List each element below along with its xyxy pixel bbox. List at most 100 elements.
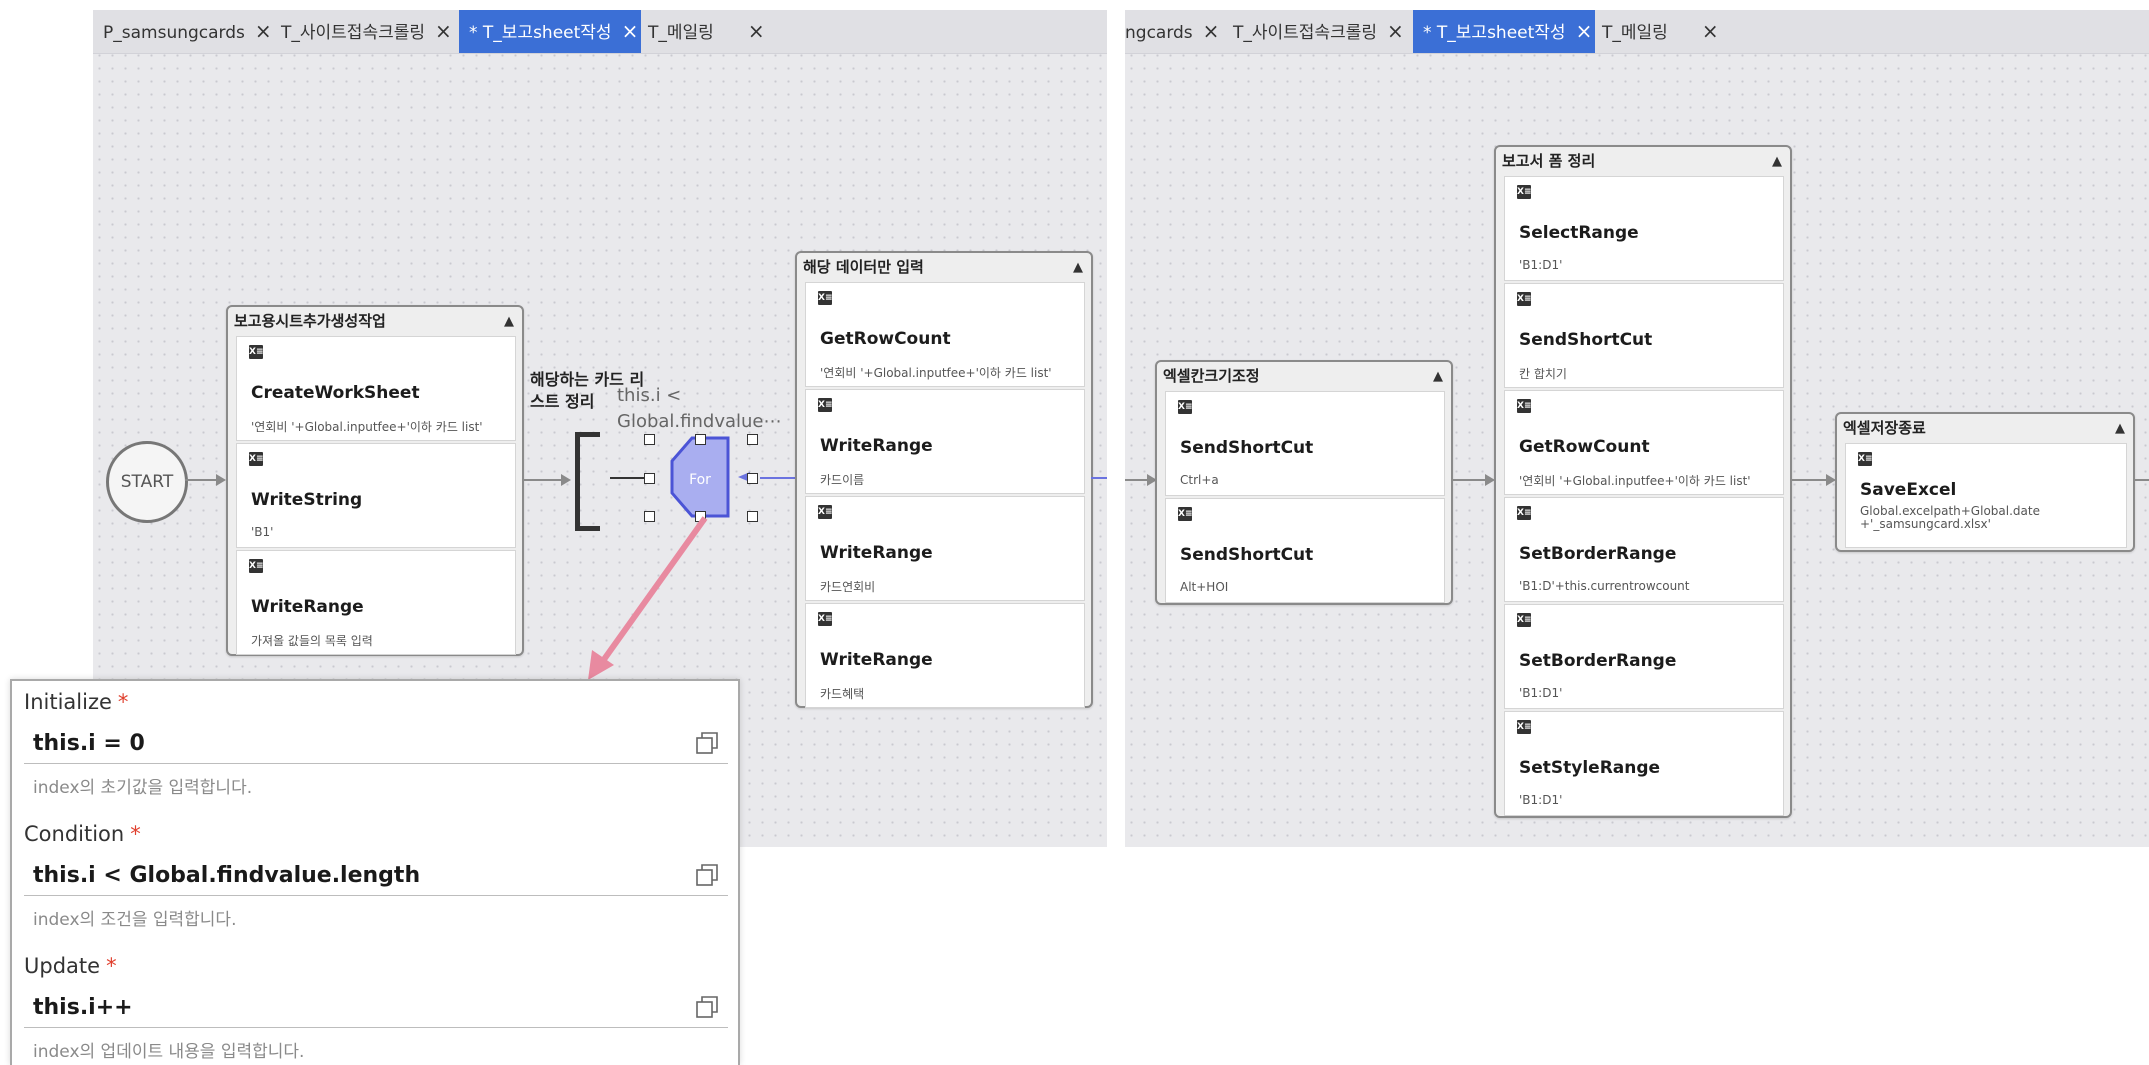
step-name: WriteRange	[820, 543, 933, 563]
tab-mailing[interactable]: T_메일링 ×	[638, 10, 765, 53]
close-icon[interactable]: ×	[748, 19, 765, 43]
tab-label: * T_보고sheet작성	[469, 23, 612, 43]
connector-arrow	[1790, 479, 1830, 481]
group-data-input[interactable]: 해당 데이터만 입력 ▲ X≡ GetRowCount '연회비 '+Global…	[795, 251, 1093, 708]
tab-mailing[interactable]: T_메일링 ×	[1592, 10, 1719, 53]
collapse-icon[interactable]: ▲	[2115, 414, 2125, 443]
step-get-row-count[interactable]: X≡ GetRowCount '연회비 '+Global.inputfee+'이…	[1504, 390, 1784, 495]
step-name: SetBorderRange	[1519, 544, 1677, 564]
step-param: 'B1:D'+this.currentrowcount	[1519, 579, 1690, 593]
tab-report-sheet[interactable]: * T_보고sheet작성 ×	[1413, 10, 1595, 53]
step-write-range-name[interactable]: X≡ WriteRange 카드이름	[805, 389, 1085, 494]
resize-handle[interactable]	[644, 434, 655, 445]
step-send-shortcut-merge[interactable]: X≡ SendShortCut 칸 합치기	[1504, 283, 1784, 388]
step-create-worksheet[interactable]: X≡ CreateWorkSheet '연회비 '+Global.inputfe…	[236, 336, 516, 441]
tab-label: P_samsungcards	[103, 23, 245, 43]
step-send-shortcut-select-all[interactable]: X≡ SendShortCut Ctrl+a	[1165, 391, 1445, 496]
group-report-sheet-add[interactable]: 보고용시트추가생성작업 ▲ X≡ CreateWorkSheet '연회비 '+G…	[226, 305, 524, 656]
close-icon[interactable]: ×	[255, 19, 272, 43]
resize-handle[interactable]	[695, 434, 706, 445]
step-name: GetRowCount	[820, 329, 951, 349]
close-icon[interactable]: ×	[435, 19, 452, 43]
tab-label: T_메일링	[648, 23, 714, 43]
step-param: 카드연회비	[820, 580, 876, 594]
step-write-range[interactable]: X≡ WriteRange 가져올 값들의 목록 입력	[236, 550, 516, 655]
step-name: CreateWorkSheet	[251, 383, 420, 403]
group-report-form[interactable]: 보고서 폼 정리 ▲ X≡ SelectRange 'B1:D1' X≡ Send…	[1494, 145, 1792, 818]
tab-report-sheet[interactable]: * T_보고sheet작성 ×	[459, 10, 641, 53]
tab-label: * T_보고sheet작성	[1423, 23, 1566, 43]
step-name: SendShortCut	[1180, 545, 1314, 565]
collapse-icon[interactable]: ▲	[1433, 362, 1443, 391]
group-title: 엑셀저장종료 ▲	[1837, 414, 2133, 443]
tab-site-crawling[interactable]: T_사이트접속크롤링 ×	[271, 10, 452, 53]
step-write-range-benefit[interactable]: X≡ WriteRange 카드혜택	[805, 603, 1085, 708]
copy-icon[interactable]	[694, 994, 720, 1020]
step-param: '연회비 '+Global.inputfee+'이하 카드 list'	[820, 366, 1052, 380]
excel-icon: X≡	[249, 452, 264, 466]
loop-body-connector	[760, 477, 797, 479]
collapse-icon[interactable]: ▲	[1073, 253, 1083, 282]
condition-label: Condition *	[24, 822, 141, 846]
tab-p-samsungcards[interactable]: P_samsungcards ×	[93, 10, 272, 53]
group-title: 보고서 폼 정리 ▲	[1496, 147, 1790, 176]
excel-icon: X≡	[1517, 506, 1532, 520]
excel-icon: X≡	[1517, 613, 1532, 627]
tab-label: T_사이트접속크롤링	[1233, 23, 1378, 43]
for-node[interactable]: For	[640, 433, 760, 523]
tab-p-samsungcards[interactable]: ngcards ×	[1125, 10, 1219, 53]
update-hint: index의 업데이트 내용을 입력합니다.	[33, 1042, 305, 1062]
copy-icon[interactable]	[694, 730, 720, 756]
close-icon[interactable]: ×	[1203, 19, 1220, 43]
tab-label: ngcards	[1125, 23, 1193, 43]
required-mark: *	[117, 690, 129, 714]
excel-icon: X≡	[1178, 400, 1193, 414]
step-name: SetStyleRange	[1519, 758, 1661, 778]
input-underline	[24, 1027, 728, 1028]
step-set-border-range-all[interactable]: X≡ SetBorderRange 'B1:D'+this.currentrow…	[1504, 497, 1784, 602]
step-name: GetRowCount	[1519, 437, 1650, 457]
required-mark: *	[130, 822, 141, 846]
step-set-style-range[interactable]: X≡ SetStyleRange 'B1:D1'	[1504, 711, 1784, 816]
step-get-row-count[interactable]: X≡ GetRowCount '연회비 '+Global.inputfee+'이…	[805, 282, 1085, 387]
tab-label: T_메일링	[1602, 23, 1668, 43]
excel-icon: X≡	[818, 291, 833, 305]
connector-arrow	[1451, 479, 1489, 481]
group-title: 보고용시트추가생성작업 ▲	[228, 307, 522, 336]
callout-arrow	[588, 516, 708, 680]
step-write-range-fee[interactable]: X≡ WriteRange 카드연회비	[805, 496, 1085, 601]
tab-label: T_사이트접속크롤링	[281, 23, 426, 43]
step-name: WriteRange	[820, 650, 933, 670]
excel-icon: X≡	[818, 612, 833, 626]
copy-icon[interactable]	[694, 862, 720, 888]
condition-input[interactable]: this.i < Global.findvalue.length	[33, 863, 420, 888]
close-icon[interactable]: ×	[1576, 19, 1593, 43]
collapse-icon[interactable]: ▲	[1772, 147, 1782, 176]
initialize-input[interactable]: this.i = 0	[33, 731, 145, 756]
resize-handle[interactable]	[747, 511, 758, 522]
group-excel-cell-size[interactable]: 엑셀칸크기조정 ▲ X≡ SendShortCut Ctrl+a X≡ SendS…	[1155, 360, 1453, 605]
step-write-string[interactable]: X≡ WriteString 'B1'	[236, 443, 516, 548]
update-input[interactable]: this.i++	[33, 995, 133, 1020]
resize-handle[interactable]	[747, 473, 758, 484]
start-node[interactable]: START	[106, 441, 188, 523]
step-send-shortcut-autofit[interactable]: X≡ SendShortCut Alt+HOI	[1165, 498, 1445, 603]
resize-handle[interactable]	[747, 434, 758, 445]
resize-handle[interactable]	[644, 473, 655, 484]
group-excel-save-close[interactable]: 엑셀저장종료 ▲ X≡ SaveExcel Global.excelpath+Gl…	[1835, 412, 2135, 552]
step-select-range[interactable]: X≡ SelectRange 'B1:D1'	[1504, 176, 1784, 281]
close-icon[interactable]: ×	[1387, 19, 1404, 43]
close-icon[interactable]: ×	[622, 19, 639, 43]
step-name: SelectRange	[1519, 223, 1639, 243]
step-param: 'B1:D1'	[1519, 793, 1563, 807]
excel-icon: X≡	[1517, 185, 1532, 199]
excel-icon: X≡	[1517, 292, 1532, 306]
step-set-border-range-header[interactable]: X≡ SetBorderRange 'B1:D1'	[1504, 604, 1784, 709]
collapse-icon[interactable]: ▲	[504, 307, 514, 336]
step-save-excel[interactable]: X≡ SaveExcel Global.excelpath+Global.dat…	[1845, 443, 2127, 548]
tab-site-crawling[interactable]: T_사이트접속크롤링 ×	[1223, 10, 1404, 53]
close-icon[interactable]: ×	[1702, 19, 1719, 43]
step-name: SendShortCut	[1519, 330, 1653, 350]
arrow-head-icon	[561, 474, 571, 486]
tab-bar: P_samsungcards × T_사이트접속크롤링 × * T_보고sheet작…	[93, 10, 1107, 54]
